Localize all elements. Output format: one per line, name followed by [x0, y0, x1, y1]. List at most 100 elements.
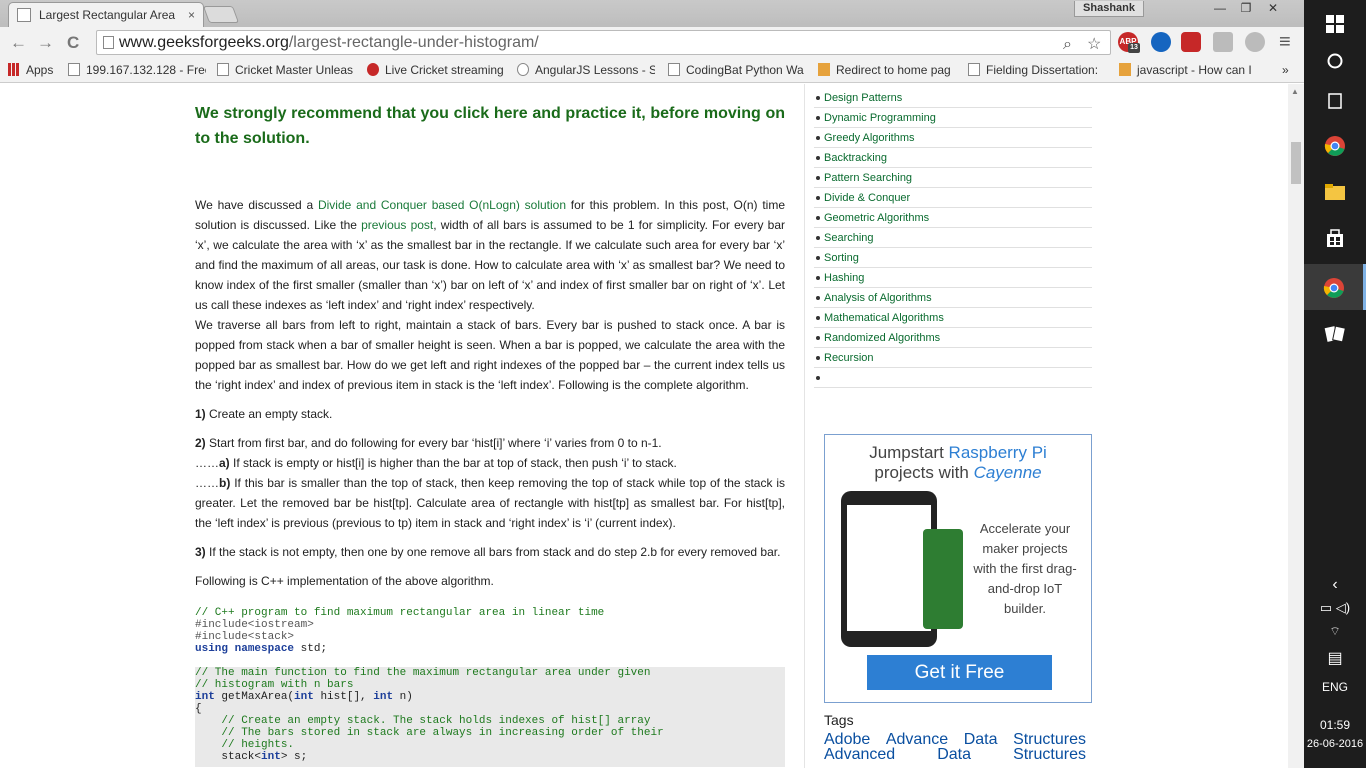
- page-icon: [668, 63, 680, 76]
- chrome-taskbar-button[interactable]: [1304, 122, 1366, 168]
- menu-button[interactable]: ≡: [1279, 31, 1291, 54]
- tab-close-icon[interactable]: ×: [188, 8, 195, 22]
- stack-icon: [1119, 63, 1131, 76]
- bookmark-star-icon[interactable]: ☆: [1087, 33, 1101, 56]
- category-link[interactable]: Greedy Algorithms: [814, 128, 1092, 148]
- bookmark-item[interactable]: Fielding Dissertation:: [968, 63, 1106, 77]
- divide-conquer-link[interactable]: Divide and Conquer based O(nLogn) soluti…: [318, 198, 566, 212]
- new-tab-button[interactable]: [202, 6, 240, 23]
- category-link[interactable]: Randomized Algorithms: [814, 328, 1092, 348]
- bookmarks-more-button[interactable]: »: [1282, 63, 1289, 77]
- show-hidden-icons-chevron-icon[interactable]: ‹: [1304, 576, 1366, 594]
- category-link[interactable]: Geometric Algorithms: [814, 208, 1092, 228]
- network-wifi-icon[interactable]: ⌔: [1304, 624, 1366, 639]
- ad-body: Accelerate your maker projects with the …: [973, 521, 1077, 616]
- url-path: /largest-rectangle-under-histogram/: [288, 34, 539, 51]
- bookmark-apps[interactable]: Apps: [8, 63, 58, 77]
- chrome-active-taskbar-button[interactable]: [1304, 264, 1366, 310]
- folder-icon: [1325, 183, 1345, 200]
- tag-link[interactable]: Adobe: [824, 732, 870, 748]
- category-link[interactable]: Sorting: [814, 248, 1092, 268]
- paragraph-intro: We have discussed a Divide and Conquer b…: [195, 198, 786, 312]
- cricket-ball-icon: [367, 63, 379, 76]
- ad-headline: Jumpstart Raspberry Pi projects with Cay…: [869, 443, 1047, 482]
- store-button[interactable]: [1304, 214, 1366, 260]
- input-language[interactable]: ENG: [1304, 680, 1366, 694]
- file-explorer-button[interactable]: [1304, 168, 1366, 214]
- bookmark-item[interactable]: Live Cricket streaming: [367, 63, 505, 77]
- category-sidebar: Design Patterns Dynamic Programming Gree…: [814, 88, 1092, 388]
- search-icon[interactable]: ⌕: [1063, 33, 1072, 56]
- tag-link[interactable]: Advanced: [824, 747, 895, 763]
- task-view-icon: [1328, 92, 1342, 109]
- windows-taskbar: ‹ ▭ ◁) ⌔ ▤ ENG 01:59 26-06-2016: [1304, 0, 1366, 768]
- category-link[interactable]: Design Patterns: [814, 88, 1092, 108]
- tag-cloud: Adobe Advance Data Structures Advanced D…: [824, 732, 1086, 763]
- page-icon: [68, 63, 80, 76]
- tags-heading: Tags: [824, 712, 854, 728]
- advertisement-banner[interactable]: Jumpstart Raspberry Pi projects with Cay…: [824, 434, 1092, 703]
- bookmark-item[interactable]: javascript - How can I: [1119, 63, 1257, 77]
- page-icon: [217, 63, 229, 76]
- bookmark-item[interactable]: CodingBat Python Wa: [668, 63, 806, 77]
- reload-button[interactable]: C: [67, 33, 79, 53]
- windows-logo-icon: [1326, 14, 1344, 33]
- media-extension-icon[interactable]: [1181, 32, 1201, 52]
- category-link[interactable]: Searching: [814, 228, 1092, 248]
- code-block-function: // The main function to find the maximum…: [195, 667, 785, 767]
- user-extension-icon[interactable]: [1151, 32, 1171, 52]
- page-scrollbar[interactable]: ▲: [1288, 84, 1304, 768]
- sidebar-spacer: [814, 368, 1092, 388]
- extension-icon[interactable]: [1213, 32, 1233, 52]
- tab-active[interactable]: Largest Rectangular Area ×: [8, 2, 204, 27]
- battery-volume-icons[interactable]: ▭ ◁): [1304, 600, 1366, 616]
- category-link[interactable]: Backtracking: [814, 148, 1092, 168]
- scroll-up-arrow-icon[interactable]: ▲: [1291, 87, 1299, 96]
- browser-window: Largest Rectangular Area × Shashank — ❐ …: [0, 0, 1304, 768]
- step-2a: ……a) If stack is empty or hist[i] is hig…: [195, 456, 677, 470]
- close-window-button[interactable]: ✕: [1250, 0, 1296, 18]
- task-view-button[interactable]: [1304, 77, 1366, 123]
- minimize-button[interactable]: —: [1206, 0, 1234, 18]
- tag-line: Adobe Advance Data Structures: [824, 732, 1086, 748]
- category-link[interactable]: Recursion: [814, 348, 1092, 368]
- category-link[interactable]: Mathematical Algorithms: [814, 308, 1092, 328]
- bookmark-item[interactable]: 199.167.132.128 - Free: [68, 63, 206, 77]
- bookmark-item[interactable]: AngularJS Lessons - S: [517, 63, 655, 77]
- category-link[interactable]: Hashing: [814, 268, 1092, 288]
- raspberry-board-image: [923, 529, 963, 629]
- address-bar[interactable]: www.geeksforgeeks.org/largest-rectangle-…: [96, 30, 1111, 55]
- back-button[interactable]: ←: [10, 33, 27, 53]
- practice-recommendation[interactable]: We strongly recommend that you click her…: [195, 101, 785, 151]
- category-link[interactable]: Divide & Conquer: [814, 188, 1092, 208]
- solitaire-button[interactable]: [1304, 310, 1366, 356]
- profile-button[interactable]: Shashank: [1074, 1, 1144, 17]
- bookmark-item[interactable]: Cricket Master Unleas: [217, 63, 355, 77]
- tab-title: Largest Rectangular Area: [39, 8, 176, 22]
- clock-time[interactable]: 01:59: [1304, 718, 1366, 732]
- tag-link[interactable]: Data: [937, 747, 971, 763]
- previous-post-link[interactable]: previous post: [361, 218, 433, 232]
- category-link[interactable]: Dynamic Programming: [814, 108, 1092, 128]
- tag-link[interactable]: Structures: [1013, 732, 1086, 748]
- tag-link[interactable]: Structures: [1013, 747, 1086, 763]
- globe-extension-icon[interactable]: [1245, 32, 1265, 52]
- tag-link[interactable]: Data: [964, 732, 998, 748]
- chrome-icon: [1323, 277, 1344, 298]
- category-link[interactable]: Pattern Searching: [814, 168, 1092, 188]
- get-it-free-button[interactable]: Get it Free: [867, 655, 1052, 690]
- category-link[interactable]: Analysis of Algorithms: [814, 288, 1092, 308]
- action-center-icon[interactable]: ▤: [1304, 648, 1366, 668]
- scroll-thumb[interactable]: [1291, 142, 1301, 184]
- clock-date[interactable]: 26-06-2016: [1304, 738, 1366, 750]
- paragraph-traverse: We traverse all bars from left to right,…: [195, 318, 785, 392]
- page-favicon-icon: [17, 8, 31, 22]
- article-content: We strongly recommend that you click her…: [195, 84, 785, 767]
- phone-screen: [847, 505, 931, 631]
- bookmark-item[interactable]: Redirect to home pag: [818, 63, 956, 77]
- forward-button[interactable]: →: [37, 33, 54, 53]
- step-2b: ……b) If this bar is smaller than the top…: [195, 476, 785, 530]
- tag-link[interactable]: Advance: [886, 732, 948, 748]
- stack-icon: [818, 63, 830, 76]
- page-viewport: We strongly recommend that you click her…: [0, 84, 1288, 768]
